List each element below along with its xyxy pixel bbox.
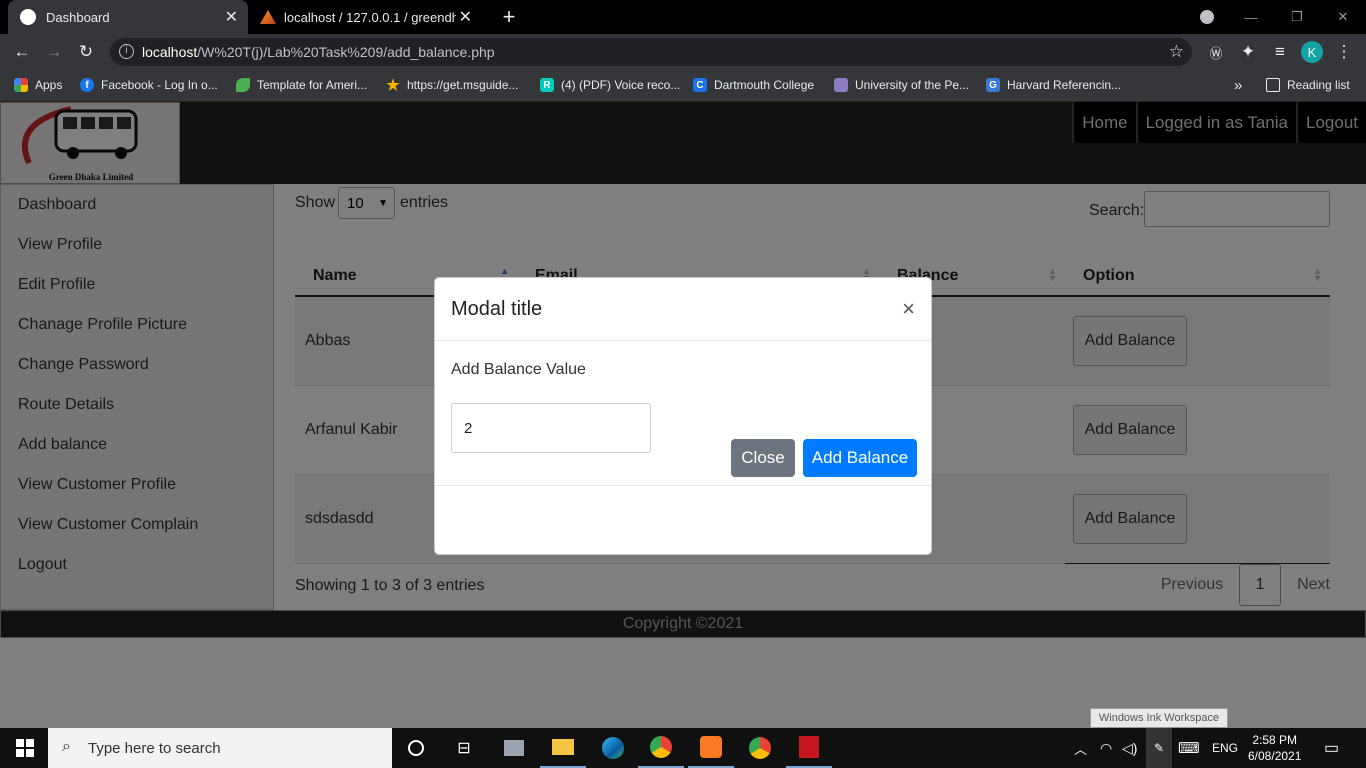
bookmark-researchgate[interactable]: R (4) (PDF) Voice reco...: [540, 70, 680, 100]
tab-title: Dashboard: [46, 9, 110, 25]
url-host: localhost: [142, 44, 198, 60]
university-icon: [834, 78, 848, 92]
leaf-icon: [236, 78, 250, 92]
reading-list[interactable]: Reading list: [1266, 70, 1350, 100]
edge-icon[interactable]: [590, 728, 636, 768]
forward-icon[interactable]: →: [38, 34, 70, 70]
harvard-icon: G: [986, 78, 1000, 92]
tab-dashboard[interactable]: Dashboard ✕: [8, 0, 248, 34]
add-balance-modal: Modal title × Add Balance Value 2 Close …: [434, 277, 932, 555]
ink-workspace-tooltip: Windows Ink Workspace: [1090, 708, 1228, 728]
new-tab-icon[interactable]: +: [498, 0, 520, 34]
bookmark-dartmouth[interactable]: C Dartmouth College: [693, 70, 814, 100]
submit-add-balance-button[interactable]: Add Balance: [803, 439, 917, 477]
back-icon[interactable]: ←: [6, 34, 38, 70]
acrobat-icon[interactable]: [786, 728, 832, 768]
page-viewport: Green Dhaka Limited Home Logged in as Ta…: [0, 102, 1366, 728]
bookmark-harvard[interactable]: G Harvard Referencin...: [986, 70, 1121, 100]
show-hidden-icons-icon[interactable]: ︿: [1074, 728, 1087, 768]
more-bookmarks-icon[interactable]: »: [1234, 70, 1242, 100]
bookmark-university[interactable]: University of the Pe...: [834, 70, 969, 100]
modal-header: Modal title ×: [435, 278, 931, 341]
tab-phpmyadmin[interactable]: localhost / 127.0.0.1 / greendhaka ✕: [250, 0, 482, 34]
browser-toolbar: ← → ↻ i localhost/W%20T(j)/Lab%20Task%20…: [0, 34, 1366, 70]
network-icon[interactable]: ◠: [1100, 728, 1112, 768]
volume-icon[interactable]: ◁): [1122, 728, 1137, 768]
cortana-icon[interactable]: [393, 728, 439, 768]
browser-tab-bar: Dashboard ✕ localhost / 127.0.0.1 / gree…: [0, 0, 1366, 34]
bookmark-facebook[interactable]: f Facebook - Log In o...: [80, 70, 218, 100]
balance-field-label: Add Balance Value: [451, 361, 586, 378]
apps-grid-icon: [14, 78, 28, 92]
restore-icon[interactable]: ❐: [1286, 0, 1308, 34]
bookmark-msguide[interactable]: ★ https://get.msguide...: [386, 70, 518, 100]
task-view-icon[interactable]: ⊟: [441, 728, 487, 768]
browser-menu-icon[interactable]: ⋮: [1328, 34, 1360, 70]
keyboard-icon[interactable]: ⌨: [1178, 728, 1200, 768]
language-indicator[interactable]: ENG: [1212, 728, 1238, 768]
file-explorer-icon[interactable]: [540, 728, 586, 768]
url-path: /W%20T(j)/Lab%20Task%209/add_balance.php: [197, 44, 495, 60]
reload-icon[interactable]: ↻: [70, 34, 102, 70]
bookmarks-bar: Apps f Facebook - Log In o... Template fo…: [0, 70, 1366, 102]
search-icon: ⌕: [62, 738, 71, 755]
dartmouth-icon: C: [693, 78, 707, 92]
media-queue-icon[interactable]: ≡: [1264, 34, 1296, 70]
bookmark-apps[interactable]: Apps: [14, 70, 62, 100]
windows-start-icon[interactable]: [2, 728, 48, 768]
notifications-icon[interactable]: ▭: [1324, 728, 1339, 768]
ink-workspace-icon[interactable]: ✎: [1146, 728, 1172, 768]
reading-list-icon: [1266, 78, 1280, 92]
windows-taskbar: ⌕ Type here to search ⊟ ︿ ◠ ◁) ✎ ⌨ ENG 2…: [0, 728, 1366, 768]
chrome-alt-icon[interactable]: [737, 728, 783, 768]
globe-icon: [20, 9, 36, 25]
clock-date: 6/08/2021: [1248, 749, 1302, 763]
modal-close-icon[interactable]: ×: [902, 296, 915, 322]
window-close-icon[interactable]: ✕: [1332, 0, 1354, 34]
facebook-icon: f: [80, 78, 94, 92]
address-bar[interactable]: i localhost/W%20T(j)/Lab%20Task%209/add_…: [110, 38, 1192, 66]
phpmyadmin-icon: [260, 10, 276, 24]
minimize-icon[interactable]: —: [1240, 0, 1262, 34]
researchgate-icon: R: [540, 78, 554, 92]
extension-w-icon[interactable]: Ⓦ: [1200, 34, 1232, 70]
extensions-puzzle-icon[interactable]: ✦: [1232, 34, 1264, 70]
bookmark-template[interactable]: Template for Ameri...: [236, 70, 367, 100]
chrome-icon[interactable]: [638, 728, 684, 768]
balance-value-input[interactable]: 2: [451, 403, 651, 453]
taskbar-search-input[interactable]: ⌕ Type here to search: [48, 728, 392, 768]
xampp-icon[interactable]: [688, 728, 734, 768]
modal-title: Modal title: [451, 297, 543, 320]
bookmark-star-icon[interactable]: ☆: [1169, 42, 1184, 62]
tab-title: localhost / 127.0.0.1 / greendhaka: [284, 9, 456, 25]
star-icon: ★: [386, 77, 400, 94]
tab-close-icon[interactable]: ✕: [459, 7, 472, 27]
info-icon[interactable]: i: [119, 44, 134, 59]
network-computer-icon[interactable]: [491, 728, 537, 768]
clock[interactable]: 2:58 PM 6/08/2021: [1248, 728, 1301, 768]
tab-close-icon[interactable]: ✕: [225, 7, 238, 27]
tab-search-icon[interactable]: [1198, 0, 1216, 34]
close-button[interactable]: Close: [731, 439, 795, 477]
profile-avatar[interactable]: K: [1296, 34, 1328, 70]
clock-time: 2:58 PM: [1252, 733, 1298, 747]
